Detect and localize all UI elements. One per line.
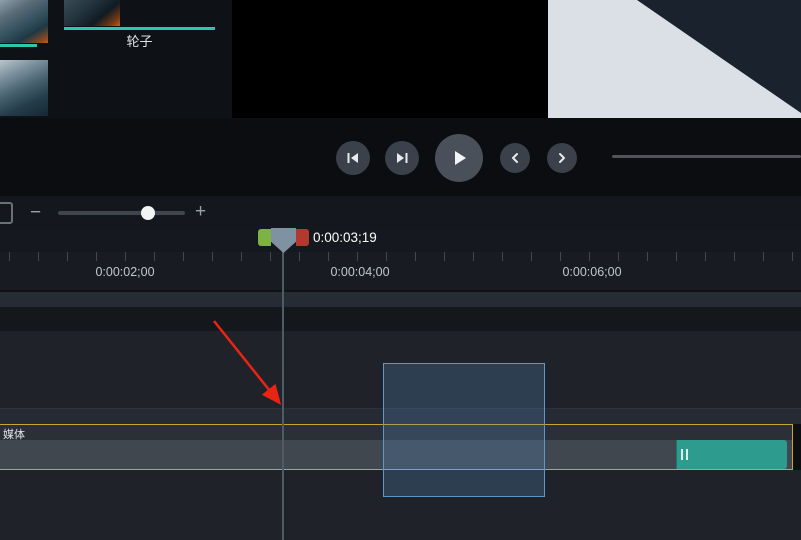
clip-marks-icon: [686, 449, 688, 460]
timeline-track-lane[interactable]: [0, 292, 801, 307]
ruler-tick: [241, 252, 242, 261]
media-thumbnail[interactable]: [0, 60, 48, 116]
ruler-tick: [96, 252, 97, 261]
clip-marks-icon: [681, 449, 683, 460]
previous-clip-button[interactable]: [500, 143, 530, 173]
ruler-tick: [473, 252, 474, 261]
ruler-time-label: 0:00:06;00: [562, 265, 622, 279]
timeline-ruler[interactable]: 0:00:02;00 0:00:04;00 0:00:06;00: [0, 252, 801, 292]
ruler-tick: [386, 252, 387, 261]
play-icon: [455, 151, 466, 165]
ruler-tick: [67, 252, 68, 261]
playhead-line: [282, 251, 284, 540]
ruler-tick: [763, 252, 764, 261]
thumbnail-selected-underline: [0, 44, 37, 47]
timeline-header-zone: [0, 230, 801, 252]
progress-line[interactable]: [612, 155, 801, 158]
media-thumbnail: [64, 0, 120, 26]
media-item-label: 轮子: [126, 34, 153, 49]
edit-tool-icon[interactable]: [0, 202, 13, 224]
playback-controls-bar: [0, 118, 801, 196]
step-forward-icon: [397, 153, 408, 163]
timeline-toolbar: − +: [0, 196, 801, 230]
ruler-tick: [647, 252, 648, 261]
playhead-out-handle[interactable]: [296, 229, 309, 246]
ruler-tick: [38, 252, 39, 261]
ruler-tick: [734, 252, 735, 261]
ruler-tick: [270, 252, 271, 261]
zoom-slider-track[interactable]: [58, 211, 185, 215]
previous-frame-button[interactable]: [336, 141, 370, 175]
chevron-left-icon: [512, 153, 518, 163]
ruler-tick: [502, 252, 503, 261]
media-item-wheel[interactable]: 轮子: [64, 0, 215, 52]
thumbnail-selected-underline: [64, 27, 215, 30]
canvas-triangle-shape: [637, 0, 801, 113]
ruler-tick: [154, 252, 155, 261]
ruler-tick: [705, 252, 706, 261]
ruler-tick: [183, 252, 184, 261]
video-editor-window: 轮子 − + 0:00:02;00 0:00:04;00 0:00:06;00 …: [0, 0, 801, 540]
canvas-area: [548, 0, 801, 118]
zoom-slider-handle[interactable]: [141, 206, 155, 220]
ruler-tick: [125, 252, 126, 261]
ruler-tick: [9, 252, 10, 261]
preview-area: [232, 0, 548, 118]
ruler-tick: [415, 252, 416, 261]
playhead-in-handle[interactable]: [258, 229, 271, 246]
ruler-tick: [357, 252, 358, 261]
selection-rectangle: [383, 363, 545, 497]
chevron-right-icon: [559, 153, 565, 163]
teal-clip-segment[interactable]: [676, 440, 787, 469]
zoom-in-button[interactable]: +: [195, 202, 206, 221]
zoom-out-button[interactable]: −: [30, 203, 41, 222]
media-bin: 轮子: [0, 0, 232, 118]
ruler-tick: [560, 252, 561, 261]
ruler-tick: [676, 252, 677, 261]
ruler-tick: [589, 252, 590, 261]
playhead-time-label: 0:00:03;19: [313, 230, 377, 245]
ruler-time-label: 0:00:04;00: [330, 265, 390, 279]
ruler-tick: [531, 252, 532, 261]
ruler-tick: [444, 252, 445, 261]
step-back-icon: [347, 153, 358, 163]
next-clip-button[interactable]: [547, 143, 577, 173]
ruler-time-label: 0:00:02;00: [95, 265, 155, 279]
next-frame-button[interactable]: [385, 141, 419, 175]
ruler-tick: [328, 252, 329, 261]
ruler-tick: [618, 252, 619, 261]
media-thumbnail[interactable]: [0, 0, 48, 43]
ruler-tick: [212, 252, 213, 261]
ruler-tick: [299, 252, 300, 261]
timeline-gap: [0, 307, 801, 331]
play-button[interactable]: [435, 134, 483, 182]
ruler-tick: [792, 252, 793, 261]
